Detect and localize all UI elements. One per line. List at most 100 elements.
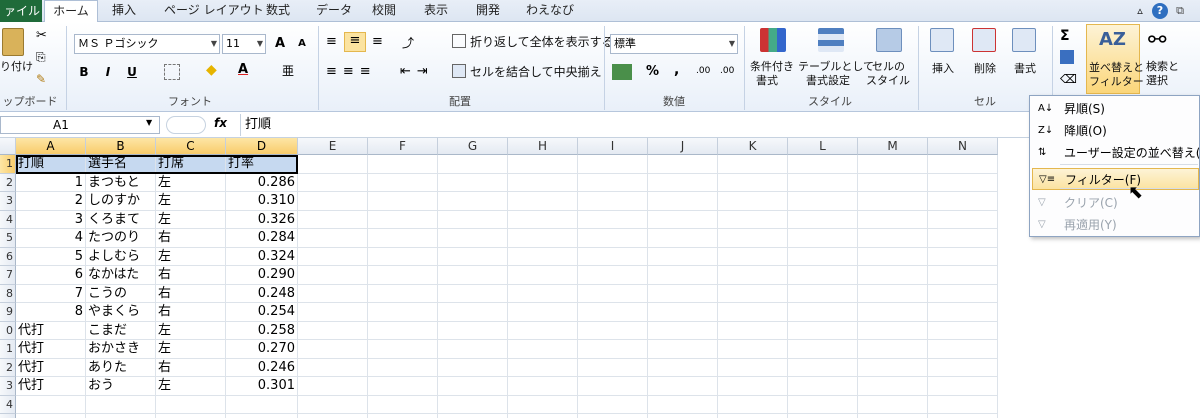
menu-item-sort-ascending[interactable]: A↓ 昇順(S)	[1032, 98, 1199, 120]
table-cell[interactable]	[718, 192, 788, 211]
table-cell[interactable]	[788, 155, 858, 174]
table-cell[interactable]	[858, 229, 928, 248]
table-cell[interactable]	[858, 266, 928, 285]
table-cell[interactable]	[718, 210, 788, 229]
table-cell[interactable]	[718, 414, 788, 418]
delete-cells-icon[interactable]	[972, 28, 996, 52]
table-cell[interactable]	[718, 358, 788, 377]
table-cell[interactable]	[298, 155, 368, 174]
table-cell[interactable]	[928, 395, 998, 414]
font-size-select[interactable]: 11 ▼	[222, 34, 266, 54]
table-cell[interactable]: 左	[156, 192, 226, 211]
tab-file[interactable]: ァイル	[0, 0, 42, 22]
table-cell[interactable]	[788, 266, 858, 285]
column-header-g[interactable]: G	[438, 138, 508, 155]
table-cell[interactable]: 8	[16, 303, 86, 322]
table-cell[interactable]: くろまて	[86, 210, 156, 229]
table-cell[interactable]	[438, 155, 508, 174]
row-header[interactable]: 6	[0, 247, 16, 266]
menu-item-sort-descending[interactable]: Z↓ 降順(O)	[1032, 120, 1199, 142]
table-cell[interactable]	[368, 395, 438, 414]
table-cell[interactable]: 代打	[16, 377, 86, 396]
table-cell[interactable]: よしむら	[86, 247, 156, 266]
percent-button[interactable]: %	[646, 64, 659, 79]
table-cell[interactable]	[16, 414, 86, 418]
table-cell[interactable]	[298, 395, 368, 414]
table-cell[interactable]	[928, 155, 998, 174]
table-cell[interactable]	[298, 358, 368, 377]
table-cell[interactable]: 4	[16, 229, 86, 248]
table-cell[interactable]	[578, 247, 648, 266]
formula-input[interactable]: 打順	[240, 114, 1020, 136]
cell-styles-icon[interactable]	[876, 28, 902, 52]
table-cell[interactable]: 0.290	[226, 266, 298, 285]
format-as-table-icon[interactable]	[818, 28, 844, 52]
table-cell[interactable]: 0.248	[226, 284, 298, 303]
table-cell[interactable]	[438, 210, 508, 229]
restore-window-icon[interactable]: ⧉	[1172, 3, 1188, 19]
row-header[interactable]: 3	[0, 192, 16, 211]
menu-item-filter[interactable]: ▽≡ フィルター(F)	[1032, 168, 1199, 190]
table-cell[interactable]	[928, 247, 998, 266]
table-cell[interactable]	[298, 321, 368, 340]
table-cell[interactable]	[858, 414, 928, 418]
table-cell[interactable]	[578, 377, 648, 396]
table-cell[interactable]	[438, 358, 508, 377]
table-cell[interactable]	[508, 358, 578, 377]
underline-button[interactable]: U	[122, 62, 142, 82]
table-cell[interactable]	[928, 229, 998, 248]
table-cell[interactable]: 左	[156, 340, 226, 359]
insert-cells-button[interactable]: 挿入	[932, 62, 954, 76]
table-cell[interactable]	[648, 395, 718, 414]
table-cell[interactable]	[648, 377, 718, 396]
table-cell[interactable]	[788, 358, 858, 377]
table-cell[interactable]	[368, 377, 438, 396]
tab-home[interactable]: ホーム	[44, 0, 98, 23]
table-cell[interactable]: 左	[156, 321, 226, 340]
table-cell[interactable]	[368, 266, 438, 285]
table-cell[interactable]	[858, 173, 928, 192]
wrap-text-icon[interactable]	[452, 34, 466, 48]
align-top-icon[interactable]: ≡	[326, 34, 337, 49]
table-cell[interactable]	[858, 377, 928, 396]
column-header-m[interactable]: M	[858, 138, 928, 155]
column-header-i[interactable]: I	[578, 138, 648, 155]
tab-view[interactable]: 表示	[424, 0, 448, 22]
table-cell[interactable]: 5	[16, 247, 86, 266]
table-cell[interactable]: 右	[156, 303, 226, 322]
italic-button[interactable]: I	[98, 62, 118, 82]
table-cell[interactable]	[928, 377, 998, 396]
table-cell[interactable]	[298, 284, 368, 303]
cut-icon[interactable]: ✂	[36, 28, 47, 43]
table-cell[interactable]	[648, 210, 718, 229]
table-cell[interactable]: 右	[156, 358, 226, 377]
table-cell[interactable]	[438, 247, 508, 266]
row-header[interactable]: 2	[0, 358, 16, 377]
row-header[interactable]: 3	[0, 377, 16, 396]
conditional-format-label-2[interactable]: 書式	[756, 74, 778, 88]
table-cell[interactable]	[788, 173, 858, 192]
table-cell[interactable]	[648, 358, 718, 377]
format-as-table-label-2[interactable]: 書式設定	[806, 74, 850, 88]
table-cell[interactable]: おう	[86, 377, 156, 396]
column-header-k[interactable]: K	[718, 138, 788, 155]
cell-styles-label-2[interactable]: スタイル	[866, 74, 910, 88]
table-cell[interactable]	[578, 358, 648, 377]
table-cell[interactable]	[226, 395, 298, 414]
clear-icon[interactable]: ⌫	[1060, 72, 1077, 86]
table-cell[interactable]	[648, 414, 718, 418]
font-color-icon[interactable]: A	[238, 62, 248, 77]
table-cell[interactable]	[788, 247, 858, 266]
help-icon[interactable]: ?	[1152, 3, 1168, 19]
table-cell[interactable]	[578, 155, 648, 174]
table-cell[interactable]	[718, 377, 788, 396]
table-cell[interactable]	[578, 340, 648, 359]
table-cell[interactable]	[298, 229, 368, 248]
table-cell[interactable]: 6	[16, 266, 86, 285]
table-cell[interactable]	[648, 192, 718, 211]
table-cell[interactable]	[438, 284, 508, 303]
table-cell[interactable]	[156, 395, 226, 414]
table-cell[interactable]: こまだ	[86, 321, 156, 340]
table-cell[interactable]	[858, 358, 928, 377]
table-cell[interactable]: 3	[16, 210, 86, 229]
